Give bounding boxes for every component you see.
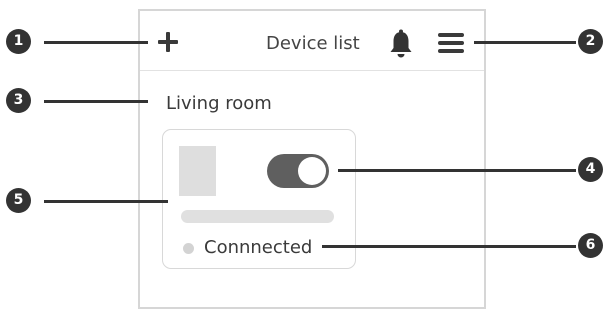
callout-line-5	[44, 200, 168, 203]
callout-line-4	[338, 169, 576, 172]
room-heading: Living room	[166, 93, 272, 114]
device-power-toggle[interactable]	[267, 154, 329, 188]
device-name-placeholder-bar	[181, 210, 334, 223]
plus-icon[interactable]	[158, 32, 178, 52]
callout-badge-6: 6	[578, 233, 603, 258]
callout-line-1	[44, 41, 148, 44]
callout-badge-4: 4	[578, 157, 603, 182]
toggle-knob	[298, 157, 326, 185]
device-thumbnail	[179, 146, 216, 196]
callout-line-6	[322, 245, 576, 248]
page-title: Device list	[266, 33, 360, 54]
callout-line-3	[44, 100, 148, 103]
callout-badge-3: 3	[6, 88, 31, 113]
device-card[interactable]: Connnected	[162, 129, 356, 269]
callout-line-2	[474, 41, 576, 44]
callout-badge-2: 2	[578, 29, 603, 54]
hamburger-menu-icon[interactable]	[438, 33, 464, 53]
callout-badge-5: 5	[6, 188, 31, 213]
phone-screen: Device list Living room Connnected	[138, 9, 486, 309]
status-dot-icon	[183, 243, 194, 254]
connection-status: Connnected	[204, 237, 313, 258]
callout-badge-1: 1	[6, 29, 31, 54]
top-app-bar: Device list	[140, 11, 484, 71]
bell-icon[interactable]	[388, 29, 414, 59]
